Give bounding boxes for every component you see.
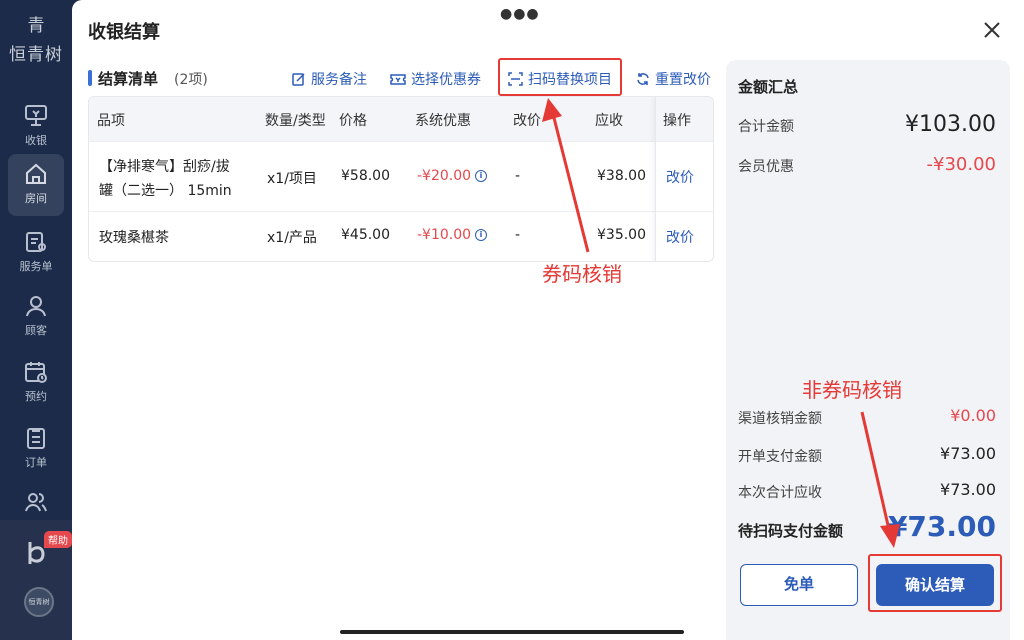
edit-icon	[292, 73, 305, 86]
app-logo: 青 恒青树	[0, 16, 72, 65]
home-icon	[26, 163, 46, 184]
channel-verify-label: 渠道核销金额	[738, 411, 822, 427]
free-order-button[interactable]: 免单	[740, 564, 858, 606]
pending-scan-label: 待扫码支付金额	[738, 522, 844, 540]
close-icon[interactable]	[982, 20, 1002, 40]
pending-scan-value: ¥73.00	[887, 510, 996, 543]
header-item: 品项	[97, 113, 125, 129]
help-badge[interactable]: 帮助	[44, 531, 72, 548]
item-qty: x1/产品	[267, 230, 317, 246]
item-price: ¥58.00	[341, 168, 390, 184]
ticket-icon	[390, 73, 406, 85]
checkout-dialog: ●●● 收银结算 结算清单 (2项) 服务备注 选择优惠券 扫码替换项目 重置改…	[72, 0, 1024, 640]
more-dots-icon[interactable]: ●●●	[500, 6, 540, 22]
store-avatar[interactable]: 恒青树	[24, 587, 54, 617]
total-receivable-value: ¥73.00	[940, 480, 996, 499]
header-price: 价格	[339, 113, 367, 129]
annotation-non-coupon-verify: 非券码核销	[802, 378, 902, 402]
item-discount: -¥20.00 i	[417, 168, 488, 184]
sidebar-item-room[interactable]: 房间	[8, 154, 64, 216]
order-icon	[27, 428, 45, 449]
logo-mark: 青	[27, 16, 45, 36]
sidebar-item-label: 房间	[25, 192, 47, 205]
ticket-edge-decoration	[726, 634, 1010, 640]
item-name: 玫瑰桑椹茶	[99, 230, 169, 246]
users-icon	[25, 493, 47, 512]
item-qty: x1/项目	[267, 171, 317, 187]
refresh-icon	[637, 73, 649, 85]
table-row: 【净排寒气】刮痧/拔 罐（二选一） 15min x1/项目 ¥58.00 -¥2…	[89, 141, 713, 211]
settlement-list-count: (2项)	[174, 72, 208, 88]
member-discount-value: -¥30.00	[926, 154, 996, 175]
settlement-list-title: 结算清单	[98, 70, 159, 88]
item-name-line2: 罐（二选一） 15min	[99, 183, 232, 199]
table-row: 玫瑰桑椹茶 x1/产品 ¥45.00 -¥10.00 i - ¥35.00	[89, 211, 713, 261]
item-name: 【净排寒气】刮痧/拔	[99, 159, 230, 175]
order-paid-label: 开单支付金额	[738, 449, 822, 465]
header-qty: 数量/类型	[265, 113, 326, 129]
amount-summary-panel: 金额汇总 合计金额 ¥103.00 会员优惠 -¥30.00 渠道核销金额 ¥0…	[726, 60, 1010, 640]
channel-verify-value: ¥0.00	[950, 406, 996, 425]
info-icon[interactable]: i	[475, 170, 488, 182]
reset-price-button[interactable]: 重置改价	[636, 69, 711, 89]
sidebar-item-label: 收银	[25, 134, 47, 147]
member-discount-label: 会员优惠	[738, 159, 794, 175]
page-title: 收银结算	[88, 22, 160, 43]
customer-icon	[26, 296, 46, 317]
sidebar: 青 恒青树 收银 房间 服务单 顾客 预约 订单 帮助 恒青树	[0, 0, 72, 640]
settlement-table: 品项 数量/类型 价格 系统优惠 改价 应收 操作 【净排寒气】刮痧/拔 罐（二…	[88, 96, 714, 262]
header-adjust: 改价	[513, 113, 541, 129]
adjust-price-link[interactable]: 改价	[666, 167, 694, 187]
item-discount-value: -¥20.00	[417, 168, 472, 184]
sidebar-item-customer[interactable]: 顾客	[8, 286, 64, 348]
item-discount-value: -¥10.00	[417, 227, 472, 243]
item-receivable: ¥35.00	[597, 227, 646, 243]
annotation-coupon-verify: 券码核销	[542, 262, 622, 286]
service-remark-button[interactable]: 服务备注	[292, 69, 367, 89]
item-adjust: -	[515, 168, 521, 184]
service-remark-label: 服务备注	[311, 72, 367, 88]
logo-text: 恒青树	[9, 45, 63, 65]
item-adjust: -	[515, 227, 521, 243]
total-amount-label: 合计金额	[738, 119, 794, 135]
sidebar-item-reservation[interactable]: 预约	[8, 352, 64, 414]
sidebar-item-label: 预约	[25, 390, 47, 403]
summary-title: 金额汇总	[738, 78, 799, 96]
sidebar-item-cashier[interactable]: 收银	[8, 96, 64, 158]
select-coupon-label: 选择优惠券	[411, 72, 481, 88]
calendar-icon	[25, 362, 47, 383]
service-order-icon	[26, 232, 46, 252]
sidebar-item-label: 顾客	[25, 324, 47, 337]
total-amount-value: ¥103.00	[905, 112, 996, 137]
sidebar-item-service-order[interactable]: 服务单	[8, 222, 64, 284]
order-paid-value: ¥73.00	[940, 444, 996, 463]
sidebar-item-label: 订单	[25, 456, 47, 469]
sidebar-item-order[interactable]: 订单	[8, 418, 64, 480]
item-price: ¥45.00	[341, 227, 390, 243]
select-coupon-button[interactable]: 选择优惠券	[390, 69, 481, 89]
total-receivable-label: 本次合计应收	[738, 485, 822, 501]
table-header: 品项 数量/类型 价格 系统优惠 改价 应收 操作	[89, 97, 713, 141]
item-discount: -¥10.00 i	[417, 227, 488, 243]
home-indicator	[340, 630, 684, 634]
sidebar-item-label: 服务单	[19, 260, 53, 273]
header-discount: 系统优惠	[415, 113, 471, 129]
cashier-icon	[25, 105, 47, 126]
annotation-box-confirm	[868, 554, 1002, 612]
section-accent-bar	[88, 70, 92, 86]
reset-price-label: 重置改价	[655, 72, 711, 88]
adjust-price-link[interactable]: 改价	[666, 227, 694, 247]
annotation-box-scan	[498, 58, 622, 96]
sidebar-item-staff[interactable]	[8, 482, 64, 522]
header-receivable: 应收	[595, 113, 623, 129]
info-icon[interactable]: i	[475, 229, 488, 241]
item-receivable: ¥38.00	[597, 168, 646, 184]
operation-column: 改价 改价	[655, 97, 713, 261]
